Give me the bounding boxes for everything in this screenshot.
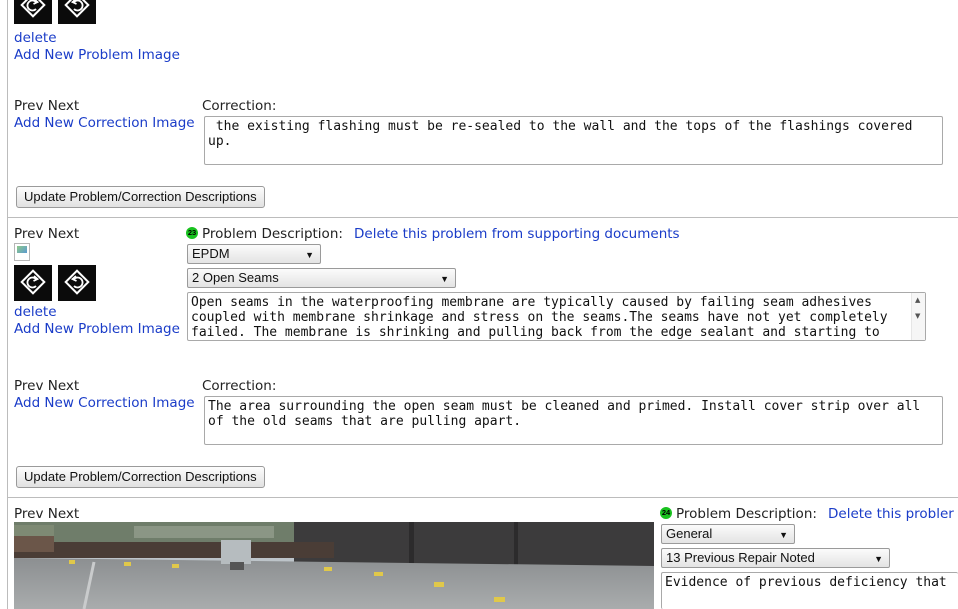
problem-select-value: 2 Open Seams [192, 270, 279, 285]
category-select-value: EPDM [192, 246, 230, 261]
delete-image-link[interactable]: delete [14, 30, 57, 46]
problem-number-badge: 23 [186, 227, 198, 239]
divider [8, 497, 958, 498]
next-label[interactable]: Next [48, 506, 79, 522]
prev-label[interactable]: Prev [14, 226, 43, 242]
problem-description-label: Problem Description: [202, 226, 343, 242]
rotate-right-icon [64, 269, 90, 295]
problem-description-textarea[interactable]: Open seams in the waterproofing membrane… [187, 292, 926, 341]
problem-description-textarea[interactable]: Evidence of previous deficiency that [661, 572, 958, 609]
roof-photo-image [14, 522, 654, 609]
category-select[interactable]: General ▼ [661, 524, 795, 544]
problem-photo[interactable] [14, 522, 654, 609]
add-correction-image-link[interactable]: Add New Correction Image [14, 115, 195, 131]
chevron-down-icon: ▼ [779, 530, 788, 540]
update-descriptions-button[interactable]: Update Problem/Correction Descriptions [16, 186, 265, 208]
rotate-left-icon [20, 269, 46, 295]
problem-image-pager: Prev Next [14, 226, 79, 242]
chevron-down-icon: ▼ [440, 274, 449, 284]
textarea-scrollbar[interactable]: ▲ ▼ [911, 293, 925, 340]
rotate-left-button[interactable] [14, 0, 52, 24]
chevron-down-icon: ▼ [305, 250, 314, 260]
delete-problem-link[interactable]: Delete this problem from supporting docu… [354, 226, 680, 242]
problem-image-pager: Prev Next [14, 506, 79, 522]
correction-image-pager: Prev Next [14, 378, 79, 394]
correction-textarea[interactable]: The area surrounding the open seam must … [204, 396, 943, 445]
add-problem-image-link[interactable]: Add New Problem Image [14, 321, 180, 337]
problem-number-badge: 24 [660, 507, 672, 519]
prev-label[interactable]: Prev [14, 378, 43, 394]
prev-label[interactable]: Prev [14, 506, 43, 522]
category-select[interactable]: EPDM ▼ [187, 244, 321, 264]
problem-select-value: 13 Previous Repair Noted [666, 550, 815, 565]
correction-label: Correction: [202, 378, 277, 394]
scroll-down-icon: ▼ [915, 312, 921, 320]
add-correction-image-link[interactable]: Add New Correction Image [14, 395, 195, 411]
problem-select[interactable]: 13 Previous Repair Noted ▼ [661, 548, 890, 568]
correction-image-pager: Prev Next [14, 98, 79, 114]
rotate-left-icon [20, 0, 46, 18]
scroll-up-icon: ▲ [915, 296, 921, 304]
prev-label[interactable]: Prev [14, 98, 43, 114]
category-select-value: General [666, 526, 713, 541]
divider [8, 217, 958, 218]
delete-image-link[interactable]: delete [14, 304, 57, 320]
next-label[interactable]: Next [48, 378, 79, 394]
problem-description-label: Problem Description: [676, 506, 817, 522]
problem-select[interactable]: 2 Open Seams ▼ [187, 268, 456, 288]
rotate-right-icon [64, 0, 90, 18]
rotate-right-button[interactable] [58, 265, 96, 301]
correction-label: Correction: [202, 98, 277, 114]
rotate-right-button[interactable] [58, 0, 96, 24]
rotate-left-button[interactable] [14, 265, 52, 301]
correction-textarea[interactable]: the existing flashing must be re-sealed … [204, 116, 943, 165]
broken-image-icon [17, 246, 27, 253]
chevron-down-icon: ▼ [874, 554, 883, 564]
next-label[interactable]: Next [48, 98, 79, 114]
add-problem-image-link[interactable]: Add New Problem Image [14, 47, 180, 63]
problem-image-thumbnail[interactable] [14, 243, 30, 261]
delete-problem-link[interactable]: Delete this probler [828, 506, 954, 522]
next-label[interactable]: Next [48, 226, 79, 242]
update-descriptions-button[interactable]: Update Problem/Correction Descriptions [16, 466, 265, 488]
left-border [7, 0, 8, 609]
